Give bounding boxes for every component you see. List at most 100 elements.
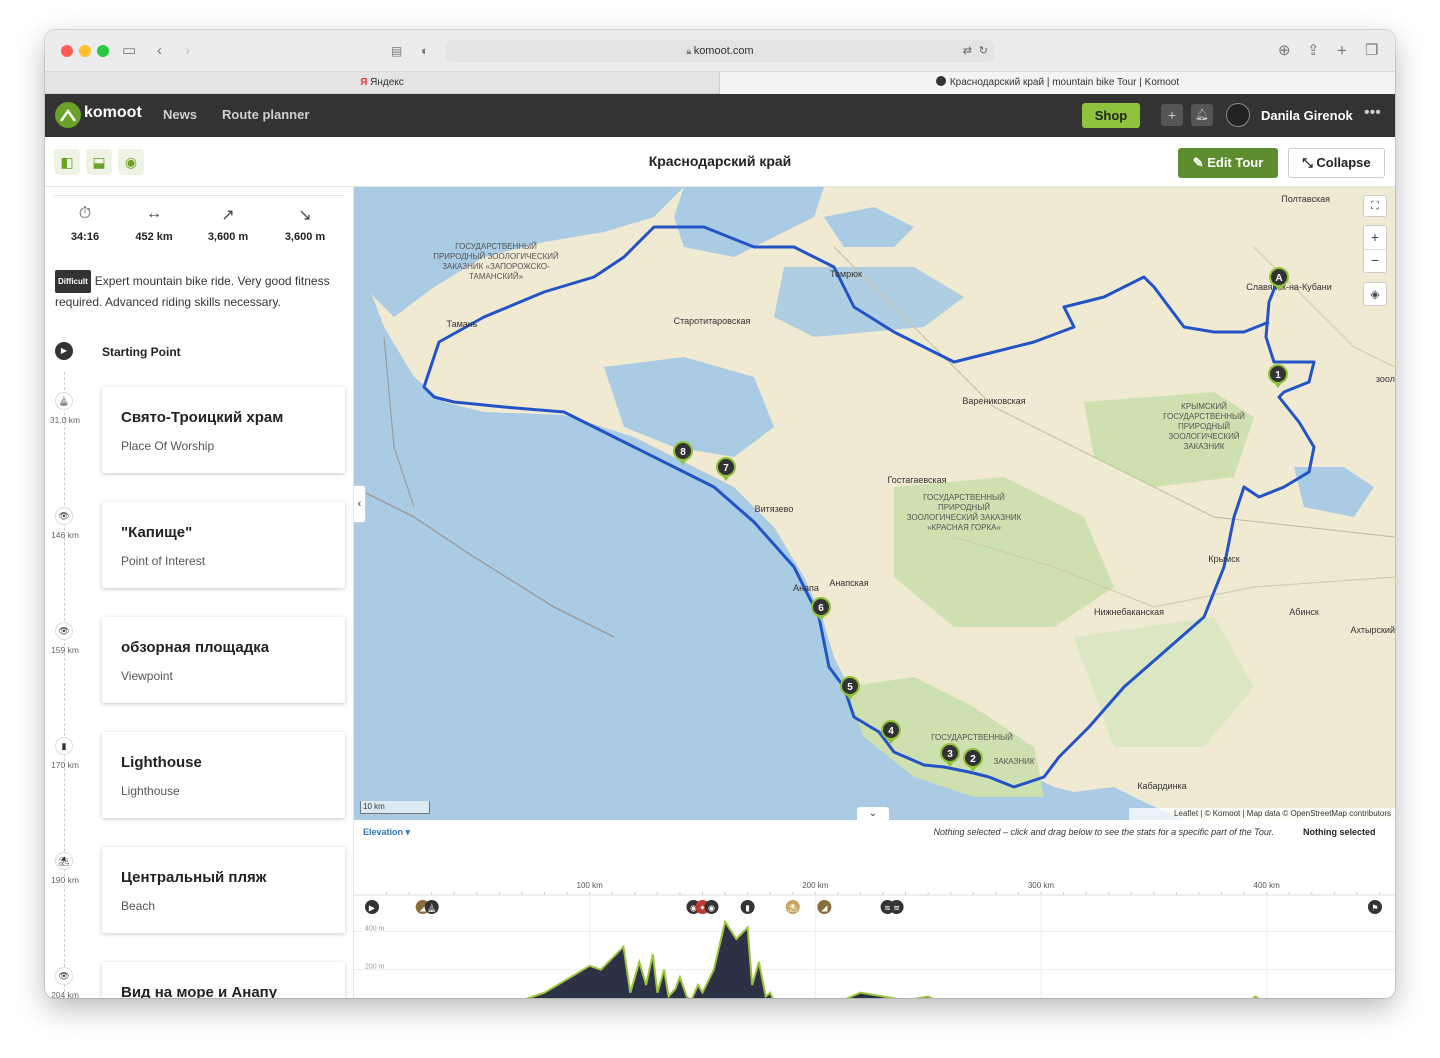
uphill-icon: ↗ [221, 207, 235, 224]
zoom-in-button[interactable]: + [1364, 226, 1386, 250]
komoot-favicon-icon [935, 76, 946, 86]
highlight-distance: 204 km [51, 990, 79, 998]
timeline-line [64, 372, 65, 992]
highlight-card[interactable]: Вид на море и Анапу [102, 962, 345, 998]
collapse-sidebar-chevron-icon[interactable]: ‹ [354, 485, 366, 523]
layers-icon[interactable]: ◈ [1363, 282, 1387, 306]
lighthouse-icon[interactable]: ▮ [740, 900, 755, 914]
tab-yandex[interactable]: Я Яндекс [45, 72, 720, 94]
map-place-label: «КРАСНАЯ ГОРКА» [927, 523, 1001, 532]
notifications-bell-icon[interactable]: 🔔︎ [1191, 104, 1213, 126]
map-marker-7[interactable]: 7 [716, 457, 736, 481]
eye-icon[interactable]: ◉ [704, 900, 719, 914]
highlight-distance: 31.0 km [49, 415, 81, 425]
lock-icon: 🔒︎ [686, 46, 694, 56]
translate-icon[interactable]: ⇄ [963, 40, 972, 62]
reload-icon[interactable]: ↻ [979, 40, 988, 62]
shop-button[interactable]: Shop [1082, 103, 1140, 128]
tour-sidebar[interactable]: ⏱︎ 34:16 ↔ 452 km ↗ 3,600 m ↘ 3,600 m Diffic… [45, 187, 354, 998]
highlight-card[interactable]: Lighthouse Lighthouse [102, 732, 345, 818]
waypoint-icon[interactable]: ◢ [817, 900, 832, 914]
map-place-label: Темрюк [830, 269, 862, 279]
avatar[interactable] [1226, 103, 1250, 127]
forward-icon[interactable]: › [185, 41, 190, 61]
create-icon[interactable]: + [1161, 104, 1183, 126]
tab-komoot[interactable]: Краснодарский край | mountain bike Tour … [720, 72, 1395, 94]
user-name[interactable]: Danila Girenok [1261, 108, 1353, 123]
highlight-card[interactable]: "Капище" Point of Interest [102, 502, 345, 588]
finish-icon[interactable]: ⚑ [1367, 900, 1382, 914]
privacy-shield-icon[interactable]: ◐ [421, 41, 429, 61]
sidebar-toggle-icon[interactable]: ▭ [122, 41, 136, 61]
elevation-chart[interactable]: 100 km200 km300 km400 km400 m200 m0▶◢⛪︎◉… [354, 820, 1395, 998]
eye-icon: 👁︎ [55, 622, 73, 640]
elevation-panel[interactable]: Elevation ▾ Nothing selected – click and… [354, 820, 1395, 998]
zoom-out-button[interactable]: − [1364, 250, 1386, 273]
highlight-name: Центральный пляж [121, 869, 267, 886]
lagoon [824, 207, 914, 247]
stat-downhill: ↘ 3,600 m [270, 205, 340, 243]
edit-tour-label: Edit Tour [1207, 155, 1264, 170]
map-place-label: ГОСУДАРСТВЕННЫЙ [455, 242, 537, 251]
play-icon[interactable]: ▶ [365, 900, 379, 914]
map-attribution[interactable]: Leaflet | © Komoot | Map data © OpenStre… [1129, 808, 1395, 820]
stat-value: 452 km [135, 231, 173, 243]
svg-text:8: 8 [680, 447, 686, 458]
map-place-label: Анапская [829, 578, 868, 588]
stat-value: 3,600 m [284, 231, 326, 243]
nav-news[interactable]: News [163, 107, 197, 122]
map-place-label: ПРИРОДНЫЙ [1178, 422, 1230, 431]
map-place-label: ТАМАНСКИЙ» [469, 272, 524, 281]
tab-label: Яндекс [370, 77, 404, 88]
svg-text:⚑: ⚑ [1371, 904, 1378, 913]
map[interactable]: Полтавская ГОСУДАРСТВЕННЫЙ ПРИРОДНЫЙ ЗООЛО… [354, 187, 1395, 820]
collapse-button[interactable]: ⤡ Collapse [1288, 148, 1385, 178]
highlight-type: Lighthouse [121, 784, 180, 798]
more-options-icon[interactable]: ••• [1364, 104, 1381, 122]
stat-distance: ↔ 452 km [119, 205, 189, 243]
chevron-down-icon[interactable]: ⌄ [857, 807, 889, 820]
play-icon: ▶ [55, 342, 73, 360]
place-of-worship-icon[interactable]: ⛪︎ [424, 900, 439, 914]
beach-icon[interactable]: ⛱︎ [785, 900, 800, 914]
share-icon[interactable]: ⇪ [1307, 41, 1320, 61]
map-place-label: Славянск-на-Кубани [1246, 282, 1331, 292]
map-canvas[interactable]: ПолтавскаяГОСУДАРСТВЕННЫЙПРИРОДНЫЙ ЗООЛО… [354, 187, 1395, 820]
minimize-window-button[interactable] [79, 45, 91, 57]
map-place-label: Ахтырский [1351, 625, 1396, 635]
stat-value: 34:16 [70, 231, 100, 243]
divider [54, 195, 344, 196]
x-tick-label: 200 km [802, 881, 829, 890]
highlight-distance: 146 km [51, 530, 79, 540]
map-marker-1[interactable]: 1 [1268, 364, 1288, 388]
map-place-label: зоол [1376, 374, 1395, 384]
downloads-icon[interactable]: ⊕ [1278, 41, 1291, 61]
svg-text:6: 6 [818, 603, 824, 614]
water-icon[interactable]: ≋ [889, 900, 904, 914]
highlight-name: Свято-Троицкий храм [121, 409, 284, 426]
address-bar[interactable]: 🔒︎ komoot.com ⇄ ↻ [446, 40, 994, 62]
tab-overview-icon[interactable]: ▤ [391, 41, 402, 61]
highlight-card[interactable]: Свято-Троицкий храм Place Of Worship [102, 387, 345, 473]
back-icon[interactable]: ‹ [157, 41, 162, 61]
map-place-label: ГОСУДАРСТВЕННЫЙ [923, 493, 1005, 502]
svg-text:4: 4 [888, 726, 894, 737]
fullscreen-icon[interactable]: ⛶ [1363, 195, 1387, 217]
close-window-button[interactable] [61, 45, 73, 57]
map-place-label: Абинск [1289, 607, 1319, 617]
svg-text:5: 5 [847, 682, 853, 693]
komoot-logo-icon[interactable] [55, 102, 81, 128]
tour-toolbar: ◧ ⬓ ◉ Краснодарский край ✎ Edit Tour ⤡ C… [45, 137, 1395, 187]
new-tab-icon[interactable]: + [1337, 41, 1347, 61]
tab-grid-icon[interactable]: ❐ [1365, 41, 1378, 61]
nav-route-planner[interactable]: Route planner [222, 107, 309, 122]
highlight-card[interactable]: обзорная площадка Viewpoint [102, 617, 345, 703]
edit-tour-button[interactable]: ✎ Edit Tour [1178, 148, 1278, 178]
highlight-card[interactable]: Центральный пляж Beach [102, 847, 345, 933]
svg-text:3: 3 [947, 749, 953, 760]
komoot-logo-text[interactable]: komoot [84, 104, 142, 122]
url-text: komoot.com [693, 45, 754, 57]
eye-icon: 👁︎ [55, 967, 73, 985]
difficulty-description: Difficult Expert mountain bike ride. Very… [55, 270, 350, 312]
zoom-window-button[interactable] [97, 45, 109, 57]
